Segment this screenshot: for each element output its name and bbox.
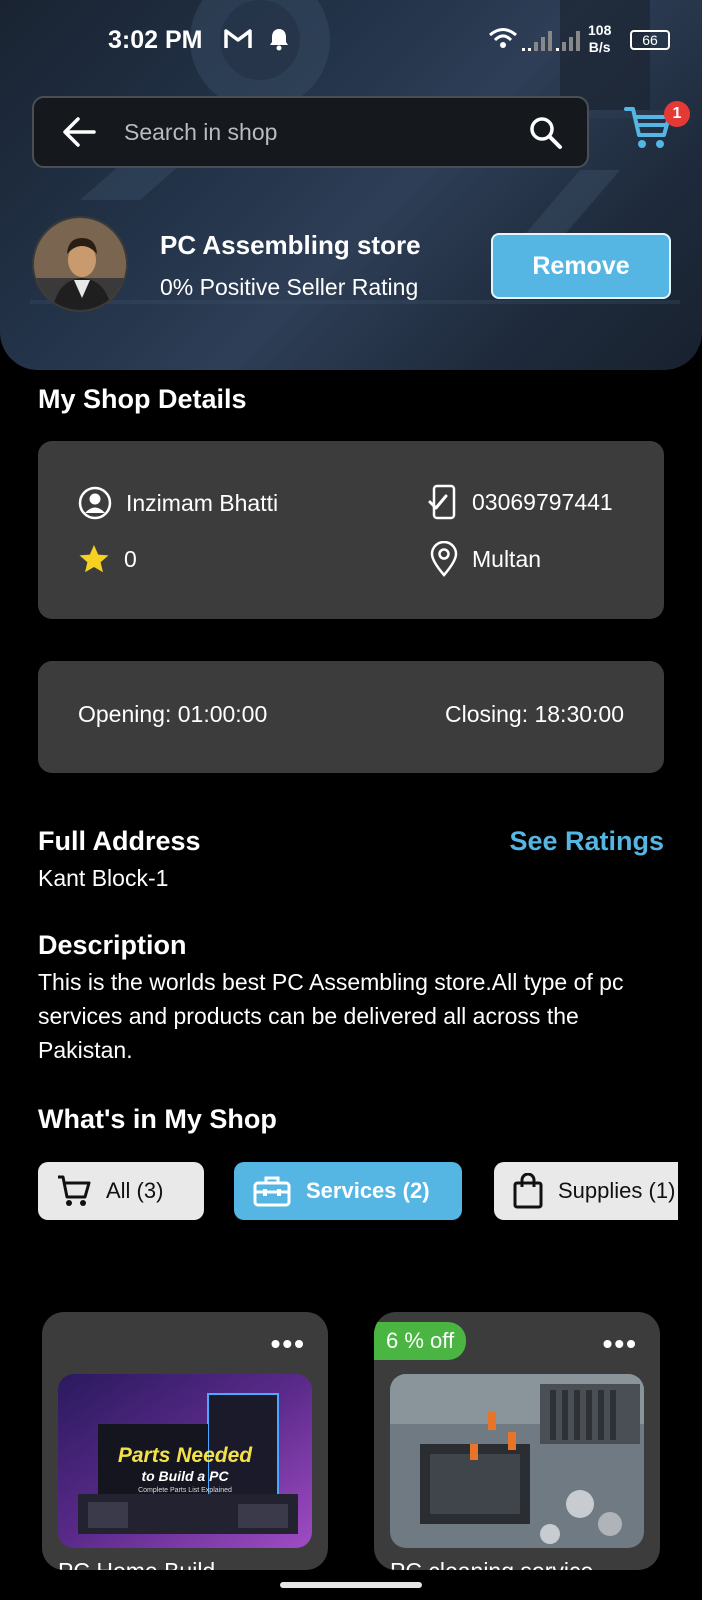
owner-row: Inzimam Bhatti	[78, 486, 278, 520]
chip-all[interactable]: All (3)	[38, 1162, 204, 1220]
opening-time: Opening: 01:00:00	[78, 701, 268, 727]
phone-number: 03069797441	[472, 488, 613, 515]
discount-badge: 6 % off	[374, 1322, 467, 1360]
avatar	[32, 216, 128, 312]
image-title: Parts Needed	[117, 1444, 253, 1467]
bag-icon	[513, 1173, 543, 1209]
search-input[interactable]	[124, 112, 494, 152]
shop-details-card: Inzimam Bhatti 03069797441 0 Multan	[38, 441, 664, 619]
city-row: Multan	[430, 541, 541, 577]
closing-time: Closing: 18:30:00	[444, 701, 624, 727]
user-icon	[78, 486, 112, 520]
rating-value: 0	[124, 545, 137, 572]
phone-check-icon	[428, 484, 456, 520]
hours-card: Opening: 01:00:00 Closing: 18:30:00	[38, 661, 664, 773]
cart-count-badge: 1	[664, 101, 690, 127]
status-bar: 3:02 PM 108 B/s 66	[0, 22, 702, 62]
shop-details-title: My Shop Details	[38, 384, 247, 414]
product-image	[390, 1374, 644, 1548]
more-options-icon[interactable]: •••	[271, 1328, 306, 1360]
product-image: Parts Needed to Build a PC Complete Part…	[58, 1374, 312, 1548]
see-ratings-link[interactable]: See Ratings	[509, 826, 664, 857]
address-title: Full Address	[38, 826, 201, 856]
cart-button[interactable]: 1	[624, 101, 690, 156]
description-title: Description	[38, 930, 187, 960]
home-indicator[interactable]	[280, 1582, 422, 1588]
wifi-icon	[488, 26, 518, 57]
image-caption: Complete Parts List Explained	[138, 1487, 232, 1494]
city-name: Multan	[472, 545, 542, 572]
product-name: PC Home Build	[58, 1558, 215, 1570]
bell-icon	[268, 27, 290, 58]
shop-items-title: What's in My Shop	[38, 1104, 277, 1134]
toolbox-icon	[253, 1176, 291, 1207]
back-arrow-icon[interactable]	[62, 116, 96, 153]
network-speed: 108 B/s	[588, 22, 612, 55]
search-bar	[32, 96, 589, 168]
gmail-icon	[224, 28, 252, 57]
chip-supplies[interactable]: Supplies (1)	[494, 1162, 678, 1220]
cart-icon	[58, 1175, 91, 1206]
rating-row: 0	[78, 543, 137, 575]
location-pin-icon	[430, 541, 458, 577]
address-value: Kant Block-1	[38, 865, 169, 891]
image-subtitle: to Build a PC	[141, 1468, 229, 1484]
more-options-icon[interactable]: •••	[603, 1328, 638, 1360]
product-name: PC cleaning service	[390, 1558, 593, 1570]
owner-name: Inzimam Bhatti	[126, 489, 279, 516]
remove-button[interactable]: Remove	[491, 233, 671, 299]
description-text: This is the worlds best PC Assembling st…	[38, 969, 624, 1063]
store-name: PC Assembling store	[160, 230, 421, 260]
star-icon	[79, 545, 109, 573]
search-icon[interactable]	[528, 115, 564, 156]
status-time: 3:02 PM	[108, 26, 203, 54]
product-card[interactable]: 6 % off ••• PC cleaning service	[374, 1312, 660, 1570]
seller-rating-text: 0% Positive Seller Rating	[160, 274, 419, 300]
signal-icon	[522, 28, 582, 59]
chip-services[interactable]: Services (2)	[234, 1162, 462, 1220]
battery-icon: 66	[630, 30, 670, 50]
category-chips: All (3) Services (2) Supplies (1)	[38, 1162, 678, 1222]
phone-row: 03069797441	[428, 484, 613, 520]
product-card[interactable]: ••• Parts Needed to Build a PC Complete …	[42, 1312, 328, 1570]
